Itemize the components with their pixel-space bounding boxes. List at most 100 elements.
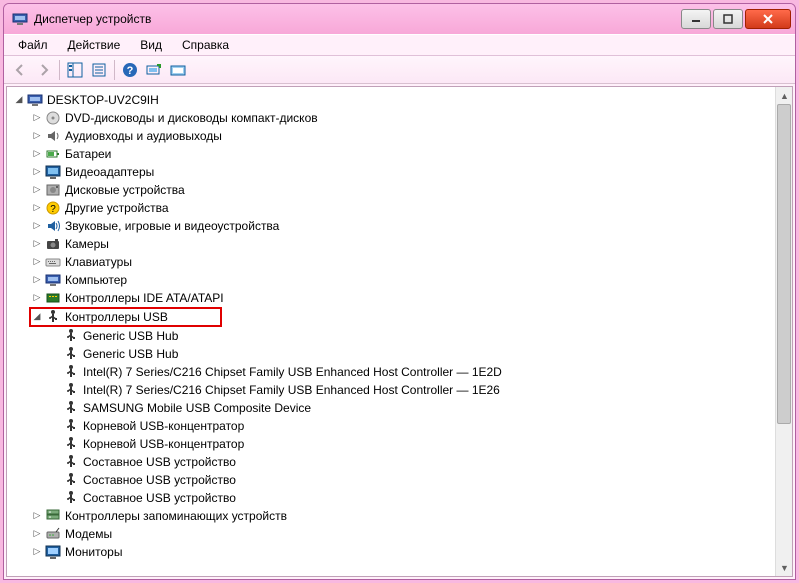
device-label: Generic USB Hub	[83, 345, 178, 363]
forward-button	[32, 58, 56, 82]
device-label: Составное USB устройство	[83, 471, 236, 489]
tree-device[interactable]: Корневой USB-концентратор	[9, 417, 792, 435]
tree-device[interactable]: Корневой USB-концентратор	[9, 435, 792, 453]
tree-category[interactable]: ▷ Контроллеры запоминающих устройств	[9, 507, 792, 525]
category-label: Модемы	[65, 525, 112, 543]
tree-device[interactable]: Составное USB устройство	[9, 489, 792, 507]
minimize-button[interactable]	[681, 9, 711, 29]
usb-icon	[63, 328, 79, 344]
device-label: Generic USB Hub	[83, 327, 178, 345]
tree-category[interactable]: ▷ Звуковые, игровые и видеоустройства	[9, 217, 792, 235]
expand-icon[interactable]: ▷	[31, 256, 43, 268]
scroll-up-icon[interactable]: ▲	[776, 87, 793, 104]
highlight-box: ◢ Контроллеры USB	[29, 307, 222, 327]
maximize-button[interactable]	[713, 9, 743, 29]
help-button[interactable]: ?	[118, 58, 142, 82]
properties-button[interactable]	[87, 58, 111, 82]
device-label: Intel(R) 7 Series/C216 Chipset Family US…	[83, 381, 500, 399]
keyboard-icon	[45, 254, 61, 270]
collapse-icon[interactable]: ◢	[13, 94, 25, 106]
tree-device[interactable]: Составное USB устройство	[9, 453, 792, 471]
tree-category[interactable]: ▷ Батареи	[9, 145, 792, 163]
device-label: SAMSUNG Mobile USB Composite Device	[83, 399, 311, 417]
tree-category[interactable]: ▷ DVD-дисководы и дисководы компакт-диск…	[9, 109, 792, 127]
tree-device[interactable]: Intel(R) 7 Series/C216 Chipset Family US…	[9, 381, 792, 399]
menu-action[interactable]: Действие	[58, 36, 131, 54]
expand-icon[interactable]: ▷	[31, 202, 43, 214]
device-label: Корневой USB-концентратор	[83, 417, 244, 435]
category-label: Компьютер	[65, 271, 127, 289]
collapse-icon[interactable]: ◢	[31, 311, 43, 323]
expand-icon[interactable]: ▷	[31, 130, 43, 142]
tree-category[interactable]: ▷ ? Другие устройства	[9, 199, 792, 217]
tree-root[interactable]: ◢ DESKTOP-UV2C9IH	[9, 91, 792, 109]
menubar: Файл Действие Вид Справка	[4, 34, 795, 56]
titlebar[interactable]: Диспетчер устройств	[4, 4, 795, 34]
camera-icon	[45, 236, 61, 252]
dvd-icon	[45, 110, 61, 126]
tree-category[interactable]: ▷ Дисковые устройства	[9, 181, 792, 199]
menu-view[interactable]: Вид	[130, 36, 172, 54]
device-label: Составное USB устройство	[83, 489, 236, 507]
expand-icon[interactable]: ▷	[31, 528, 43, 540]
tree-device[interactable]: Составное USB устройство	[9, 471, 792, 489]
tree-device[interactable]: SAMSUNG Mobile USB Composite Device	[9, 399, 792, 417]
device-label: Intel(R) 7 Series/C216 Chipset Family US…	[83, 363, 502, 381]
tree-category[interactable]: ▷ Видеоадаптеры	[9, 163, 792, 181]
tree-category[interactable]: ▷ Модемы	[9, 525, 792, 543]
category-label: Контроллеры запоминающих устройств	[65, 507, 287, 525]
tree-device[interactable]: Generic USB Hub	[9, 327, 792, 345]
battery-icon	[45, 146, 61, 162]
vertical-scrollbar[interactable]: ▲ ▼	[775, 87, 792, 576]
monitor-icon	[45, 544, 61, 560]
disk-icon	[45, 182, 61, 198]
tree-category-usb[interactable]: ◢ Контроллеры USB	[9, 307, 792, 327]
modem-icon	[45, 526, 61, 542]
device-label: Составное USB устройство	[83, 453, 236, 471]
scroll-thumb[interactable]	[777, 104, 791, 424]
tree-category[interactable]: ▷ Клавиатуры	[9, 253, 792, 271]
spacer	[49, 456, 61, 468]
usb-icon	[63, 418, 79, 434]
tree-device[interactable]: Generic USB Hub	[9, 345, 792, 363]
category-label: Мониторы	[65, 543, 122, 561]
toolbar: ?	[4, 56, 795, 84]
show-hidden-button[interactable]	[166, 58, 190, 82]
separator	[59, 60, 60, 80]
expand-icon[interactable]: ▷	[31, 238, 43, 250]
expand-icon[interactable]: ▷	[31, 292, 43, 304]
category-label: Видеоадаптеры	[65, 163, 154, 181]
show-hide-tree-button[interactable]	[63, 58, 87, 82]
expand-icon[interactable]: ▷	[31, 274, 43, 286]
tree-category[interactable]: ▷ Камеры	[9, 235, 792, 253]
tree-category[interactable]: ▷ Компьютер	[9, 271, 792, 289]
app-icon	[12, 11, 28, 27]
display-icon	[45, 164, 61, 180]
menu-help[interactable]: Справка	[172, 36, 239, 54]
scroll-down-icon[interactable]: ▼	[776, 559, 793, 576]
expand-icon[interactable]: ▷	[31, 148, 43, 160]
expand-icon[interactable]: ▷	[31, 220, 43, 232]
tree-category[interactable]: ▷ Мониторы	[9, 543, 792, 561]
usb-icon	[45, 309, 61, 325]
category-label: Клавиатуры	[65, 253, 132, 271]
expand-icon[interactable]: ▷	[31, 510, 43, 522]
tree-category[interactable]: ▷ Аудиовходы и аудиовыходы	[9, 127, 792, 145]
spacer	[49, 384, 61, 396]
expand-icon[interactable]: ▷	[31, 546, 43, 558]
expand-icon[interactable]: ▷	[31, 184, 43, 196]
expand-icon[interactable]: ▷	[31, 166, 43, 178]
category-label: DVD-дисководы и дисководы компакт-дисков	[65, 109, 318, 127]
spacer	[49, 366, 61, 378]
tree-device[interactable]: Intel(R) 7 Series/C216 Chipset Family US…	[9, 363, 792, 381]
category-label: Дисковые устройства	[65, 181, 185, 199]
expand-icon[interactable]: ▷	[31, 112, 43, 124]
spacer	[49, 402, 61, 414]
scan-hardware-button[interactable]	[142, 58, 166, 82]
spacer	[49, 492, 61, 504]
separator	[114, 60, 115, 80]
tree-category[interactable]: ▷ Контроллеры IDE ATA/ATAPI	[9, 289, 792, 307]
close-button[interactable]	[745, 9, 791, 29]
spacer	[49, 348, 61, 360]
menu-file[interactable]: Файл	[8, 36, 58, 54]
